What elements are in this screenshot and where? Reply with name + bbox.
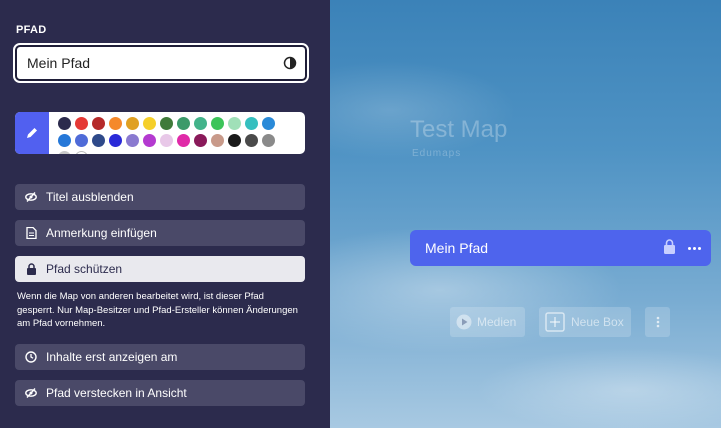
path-name-field[interactable] <box>13 43 309 83</box>
color-swatches <box>49 112 275 154</box>
map-title: Test Map <box>410 116 508 143</box>
lock-icon <box>663 239 676 257</box>
color-swatch[interactable] <box>262 134 275 147</box>
path-name-input[interactable] <box>27 55 283 71</box>
path-card[interactable]: Mein Pfad <box>410 230 711 266</box>
color-swatch[interactable] <box>177 134 190 147</box>
color-swatch[interactable] <box>211 134 224 147</box>
color-swatch[interactable] <box>228 117 241 130</box>
more-horizontal-icon[interactable] <box>688 246 701 250</box>
plus-box-icon <box>545 312 565 332</box>
color-swatch[interactable] <box>245 134 258 147</box>
color-swatch[interactable] <box>92 117 105 130</box>
document-icon <box>25 227 37 239</box>
section-label: PFAD <box>16 24 47 36</box>
path-card-title: Mein Pfad <box>425 240 489 256</box>
color-swatch[interactable] <box>126 134 139 147</box>
add-note-label: Anmerkung einfügen <box>46 226 157 240</box>
media-button[interactable]: Medien <box>450 307 525 337</box>
map-subtitle: Edumaps <box>412 148 462 159</box>
protect-path-label: Pfad schützen <box>46 262 123 276</box>
color-swatch[interactable] <box>92 134 105 147</box>
hide-in-view-button[interactable]: Pfad verstecken in Ansicht <box>15 380 305 406</box>
color-swatch[interactable] <box>143 134 156 147</box>
color-swatch[interactable] <box>109 117 122 130</box>
color-swatch[interactable] <box>75 134 88 147</box>
color-swatch[interactable] <box>245 117 258 130</box>
color-swatch[interactable] <box>160 117 173 130</box>
show-content-from-label: Inhalte erst anzeigen am <box>46 350 178 364</box>
color-swatch[interactable] <box>58 134 71 147</box>
path-settings-panel: PFAD Titel ausblenden Anmerkung einfügen… <box>0 0 330 428</box>
color-swatch[interactable] <box>75 151 88 154</box>
new-box-label: Neue Box <box>571 315 624 329</box>
color-swatch[interactable] <box>58 117 71 130</box>
clock-icon <box>25 351 37 363</box>
color-swatch[interactable] <box>143 117 156 130</box>
play-icon <box>456 314 472 330</box>
color-picker <box>15 112 305 154</box>
color-swatch[interactable] <box>126 117 139 130</box>
more-vertical-icon[interactable] <box>645 307 670 337</box>
show-content-from-button[interactable]: Inhalte erst anzeigen am <box>15 344 305 370</box>
hide-in-view-label: Pfad verstecken in Ansicht <box>46 386 187 400</box>
new-box-button[interactable]: Neue Box <box>539 307 631 337</box>
contrast-icon[interactable] <box>283 56 297 70</box>
color-swatch[interactable] <box>177 117 190 130</box>
eye-slash-icon <box>25 191 37 203</box>
color-swatch[interactable] <box>109 134 122 147</box>
media-label: Medien <box>477 315 517 329</box>
lock-icon <box>25 263 37 275</box>
add-note-button[interactable]: Anmerkung einfügen <box>15 220 305 246</box>
color-swatch[interactable] <box>75 117 88 130</box>
hide-title-label: Titel ausblenden <box>46 190 134 204</box>
map-canvas[interactable]: Test Map Edumaps Mein Pfad Medien Neue B… <box>330 0 721 428</box>
protect-note: Wenn die Map von anderen bearbeitet wird… <box>17 291 298 329</box>
protect-path-button[interactable]: Pfad schützen <box>15 256 305 282</box>
eye-slash-icon <box>25 387 37 399</box>
color-swatch[interactable] <box>211 117 224 130</box>
color-swatch[interactable] <box>160 134 173 147</box>
color-swatch[interactable] <box>194 134 207 147</box>
color-swatch[interactable] <box>228 134 241 147</box>
color-swatch[interactable] <box>262 117 275 130</box>
hide-title-button[interactable]: Titel ausblenden <box>15 184 305 210</box>
pen-icon[interactable] <box>15 112 49 154</box>
color-swatch[interactable] <box>194 117 207 130</box>
color-swatch[interactable] <box>58 151 71 154</box>
